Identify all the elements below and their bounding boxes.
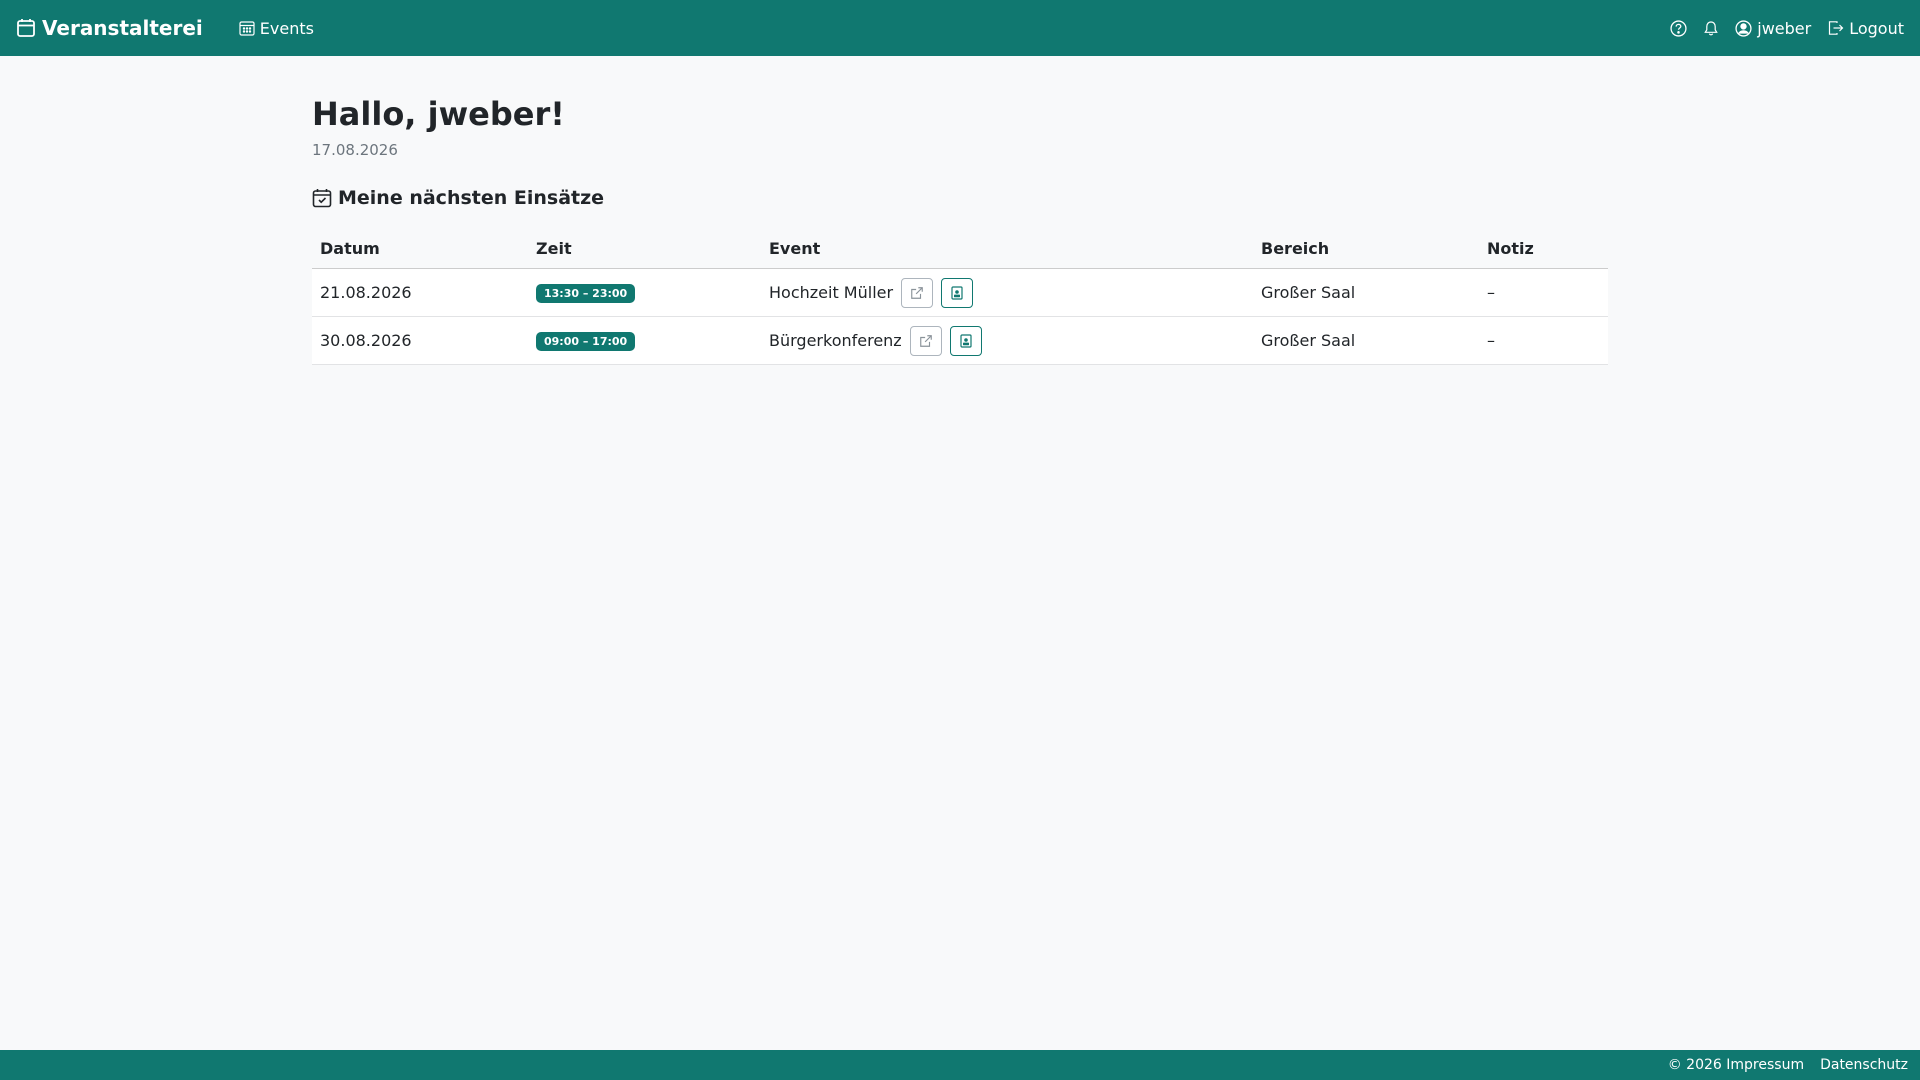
event-name: Hochzeit Müller xyxy=(769,283,894,303)
cell-bereich: Großer Saal xyxy=(1253,268,1479,318)
cell-notiz: – xyxy=(1479,268,1608,318)
nav-events-link[interactable]: Events xyxy=(239,19,314,38)
assignments-table: Datum Zeit Event Bereich Notiz 21.08.202… xyxy=(312,228,1608,366)
cell-datum: 30.08.2026 xyxy=(312,316,528,366)
col-bereich: Bereich xyxy=(1253,228,1479,270)
external-link-icon xyxy=(910,286,924,300)
main-content: Hallo, jweber! 17.08.2026 Meine nächsten… xyxy=(312,56,1608,366)
col-datum: Datum xyxy=(312,228,528,270)
col-zeit: Zeit xyxy=(528,228,761,270)
table-row: 30.08.2026 09:00 – 17:00 Bürgerkonferenz xyxy=(312,316,1608,366)
contact-card-icon xyxy=(960,334,972,348)
open-event-button[interactable] xyxy=(909,325,942,356)
cell-zeit: 13:30 – 23:00 xyxy=(528,268,761,318)
event-contact-button[interactable] xyxy=(941,277,974,308)
col-event: Event xyxy=(761,228,1253,270)
user-menu[interactable]: jweber xyxy=(1735,19,1811,38)
section-title: Meine nächsten Einsätze xyxy=(338,186,605,209)
logout-label: Logout xyxy=(1849,18,1904,38)
nav-right: jweber Logout xyxy=(1670,19,1904,38)
calendar-icon xyxy=(16,18,36,38)
brand-label: Veranstalterei xyxy=(42,16,203,40)
calendar-grid-icon xyxy=(239,20,255,36)
cell-zeit: 09:00 – 17:00 xyxy=(528,316,761,366)
brand-link[interactable]: Veranstalterei xyxy=(16,16,203,40)
top-navbar: Veranstalterei Events jweber Logout xyxy=(0,0,1920,56)
time-badge: 13:30 – 23:00 xyxy=(536,284,636,304)
table-header-row: Datum Zeit Event Bereich Notiz xyxy=(312,228,1608,270)
page-title: Hallo, jweber! xyxy=(312,95,565,133)
event-contact-button[interactable] xyxy=(949,325,982,356)
table-row: 21.08.2026 13:30 – 23:00 Hochzeit Müller xyxy=(312,268,1608,318)
help-icon[interactable] xyxy=(1670,19,1687,37)
logout-link[interactable]: Logout xyxy=(1827,19,1904,38)
cell-bereich: Großer Saal xyxy=(1253,316,1479,366)
event-name: Bürgerkonferenz xyxy=(769,331,902,351)
bell-icon[interactable] xyxy=(1703,20,1719,37)
impressum-link[interactable]: © 2026 Impressum xyxy=(1668,1057,1804,1073)
user-name: jweber xyxy=(1757,18,1812,38)
contact-card-icon xyxy=(951,286,963,300)
cell-event: Hochzeit Müller xyxy=(761,268,1253,318)
nav-events-label: Events xyxy=(259,18,314,38)
cell-datum: 21.08.2026 xyxy=(312,268,528,318)
current-date: 17.08.2026 xyxy=(312,140,398,159)
footer: © 2026 Impressum Datenschutz xyxy=(0,1050,1920,1080)
time-badge: 09:00 – 17:00 xyxy=(536,332,636,352)
col-notiz: Notiz xyxy=(1479,228,1608,270)
logout-icon xyxy=(1827,20,1844,36)
datenschutz-link[interactable]: Datenschutz xyxy=(1820,1057,1908,1073)
calendar-check-icon xyxy=(312,188,332,208)
cell-event: Bürgerkonferenz xyxy=(761,316,1253,366)
section-heading: Meine nächsten Einsätze xyxy=(312,187,1608,209)
open-event-button[interactable] xyxy=(901,277,934,308)
user-circle-icon xyxy=(1735,19,1752,37)
external-link-icon xyxy=(919,334,933,348)
cell-notiz: – xyxy=(1479,316,1608,366)
